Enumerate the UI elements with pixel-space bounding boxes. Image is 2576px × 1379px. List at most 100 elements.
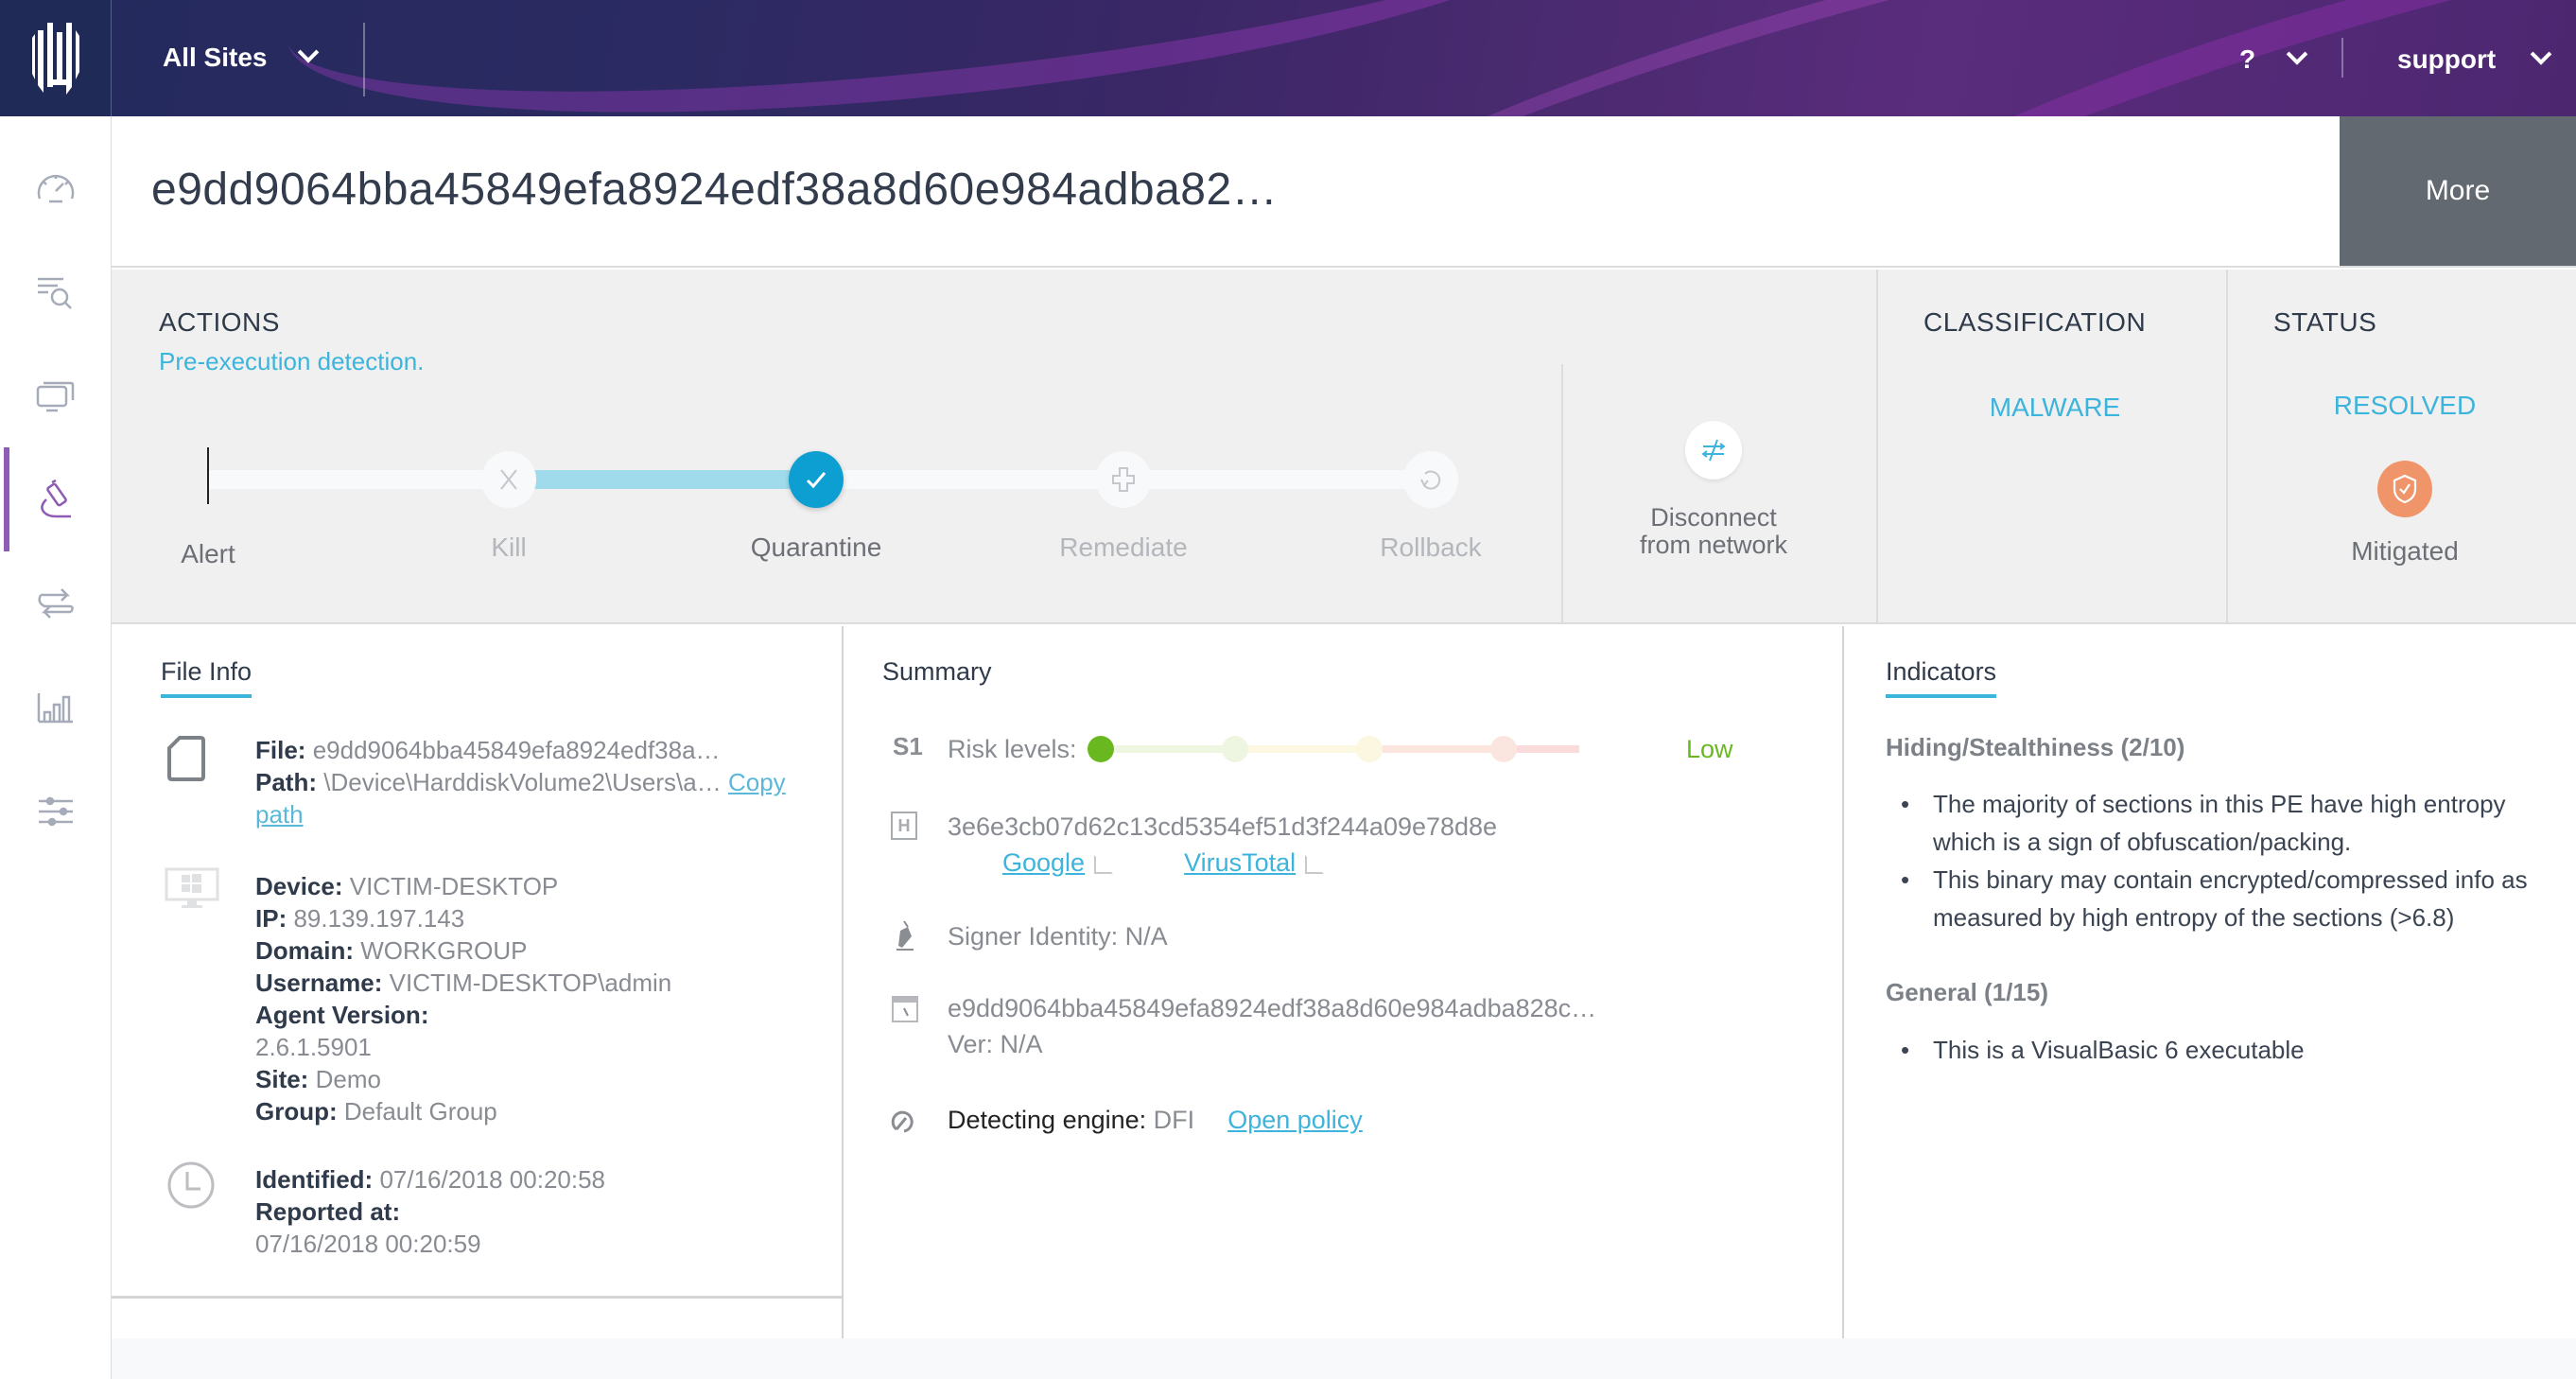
- sidebar-nav: [0, 116, 112, 1379]
- device-details: Device: VICTIM-DESKTOP IP: 89.139.197.14…: [255, 870, 671, 1127]
- help-icon: ?: [2239, 44, 2256, 74]
- copy-path-link[interactable]: path: [255, 800, 304, 829]
- panel-divider: [112, 1296, 844, 1299]
- risk-level-dot-active: [1088, 736, 1114, 762]
- hash-lookup-links: Google VirusTotal: [1002, 846, 1325, 880]
- external-link-icon: [1305, 854, 1325, 874]
- signer-pen-icon: [896, 920, 914, 951]
- more-button[interactable]: More: [2340, 116, 2576, 268]
- speedometer-icon: [37, 174, 75, 203]
- rollback-icon: [1420, 470, 1441, 490]
- user-name: support: [2397, 44, 2497, 74]
- tab-file-info[interactable]: File Info: [161, 657, 252, 698]
- microscope-icon: [41, 479, 71, 518]
- alert-marker: [207, 447, 209, 504]
- classification-value[interactable]: MALWARE: [1990, 393, 2120, 423]
- monitors-icon: [36, 381, 75, 412]
- site-selector-label: All Sites: [163, 43, 268, 72]
- s1-badge-icon: S1: [893, 732, 923, 760]
- step-label-rollback: Rollback: [1380, 532, 1482, 562]
- reported-label: Reported at:: [255, 1197, 401, 1226]
- step-label-quarantine: Quarantine: [750, 532, 882, 562]
- disconnect-label-line2: from network: [1639, 531, 1788, 559]
- classification-heading: CLASSIFICATION: [1923, 307, 2147, 337]
- chevron-down-icon: [2286, 44, 2308, 65]
- help-menu[interactable]: ?: [2239, 38, 2308, 81]
- device-label: Device:: [255, 872, 343, 900]
- status-heading: STATUS: [2273, 307, 2377, 337]
- username-value: VICTIM-DESKTOP\admin: [389, 969, 672, 997]
- chevron-down-icon: [298, 42, 320, 63]
- step-label-remediate: Remediate: [1059, 532, 1188, 562]
- copy-path-link[interactable]: Copy: [728, 768, 786, 796]
- indicator-item: The majority of sections in this PE have…: [1886, 785, 2548, 861]
- risk-level-meter: [1088, 736, 1579, 762]
- indicators-panel: Indicators Hiding/Stealthiness (2/10) Th…: [1846, 626, 2576, 1338]
- quarantine-step-button[interactable]: [789, 451, 844, 508]
- detecting-engine-value: DFI: [1153, 1106, 1195, 1134]
- clock-icon: [167, 1161, 215, 1209]
- remediate-step-button[interactable]: [1096, 451, 1151, 508]
- risk-level-dot: [1356, 736, 1383, 762]
- arrows-exchange-icon: [38, 588, 74, 619]
- mitigation-status-label: Mitigated: [2351, 536, 2459, 566]
- step-label-kill: Kill: [491, 532, 527, 562]
- sidebar-item-reports[interactable]: [0, 655, 112, 759]
- disconnect-label-line1: Disconnect: [1650, 503, 1777, 532]
- version-value: N/A: [1000, 1030, 1043, 1058]
- ip-label: IP:: [255, 904, 287, 933]
- header-divider: [2341, 38, 2343, 78]
- rollback-step-button[interactable]: [1403, 451, 1458, 508]
- external-link-icon: [1094, 854, 1114, 874]
- threat-name-title: e9dd9064bba45849efa8924edf38a8d60e984adb…: [151, 165, 1279, 215]
- group-label: Group:: [255, 1097, 338, 1126]
- google-link[interactable]: Google: [1002, 848, 1085, 877]
- tab-summary[interactable]: Summary: [882, 657, 992, 694]
- sidebar-item-network[interactable]: [0, 551, 112, 655]
- tab-indicators[interactable]: Indicators: [1886, 657, 1997, 698]
- band-divider: [1561, 364, 1563, 624]
- chevron-down-icon: [2530, 44, 2552, 65]
- file-icon: [167, 736, 205, 781]
- risk-level-dot: [1490, 736, 1517, 762]
- status-value[interactable]: RESOLVED: [2334, 391, 2476, 421]
- ip-value: 89.139.197.143: [293, 904, 465, 933]
- virustotal-link[interactable]: VirusTotal: [1184, 848, 1296, 877]
- actions-heading: ACTIONS: [159, 307, 280, 337]
- path-label: Path:: [255, 768, 317, 796]
- site-selector[interactable]: All Sites: [163, 34, 320, 81]
- sidebar-item-analyze[interactable]: [0, 447, 112, 551]
- footer-strip: [112, 1338, 2576, 1379]
- band-divider: [2226, 270, 2228, 624]
- sidebar-item-settings[interactable]: [0, 759, 112, 864]
- file-info-panel: File Info File: e9dd9064bba45849efa8924e…: [112, 626, 844, 1338]
- signer-identity-label: Signer Identity:: [948, 922, 1119, 951]
- agent-version-value: 2.6.1.5901: [255, 1033, 372, 1061]
- file-label: File:: [255, 736, 306, 764]
- sidebar-item-activity[interactable]: [0, 239, 112, 343]
- sha1-hash: 3e6e3cb07d62c13cd5354ef51d3f244a09e78d8e: [948, 812, 1498, 841]
- network-disconnect-icon: [1701, 439, 1726, 462]
- identified-value: 07/16/2018 00:20:58: [379, 1165, 606, 1194]
- indicator-item: This is a VisualBasic 6 executable: [1886, 1031, 2548, 1069]
- plus-cross-icon: [1112, 467, 1135, 492]
- disconnect-network-button[interactable]: [1685, 421, 1742, 480]
- sentinelone-logo[interactable]: [0, 0, 112, 116]
- sliders-icon: [39, 796, 73, 827]
- detecting-engine-label: Detecting engine:: [948, 1106, 1147, 1134]
- checkmark-icon: [806, 472, 827, 489]
- identified-label: Identified:: [255, 1165, 374, 1194]
- group-value: Default Group: [343, 1097, 497, 1126]
- list-search-icon: [38, 277, 72, 309]
- application-window-icon: [892, 996, 918, 1022]
- signer-identity-value: N/A: [1124, 922, 1168, 951]
- user-menu[interactable]: support: [2397, 38, 2552, 81]
- top-header: All Sites ? support: [0, 0, 2576, 116]
- time-details: Identified: 07/16/2018 00:20:58 Reported…: [255, 1163, 605, 1260]
- open-policy-link[interactable]: Open policy: [1227, 1106, 1363, 1134]
- file-version: Ver: N/A: [948, 1027, 1043, 1061]
- x-icon: [500, 469, 517, 490]
- sidebar-item-devices[interactable]: [0, 343, 112, 447]
- sidebar-item-dashboard[interactable]: [0, 135, 112, 239]
- kill-step-button[interactable]: [481, 451, 536, 508]
